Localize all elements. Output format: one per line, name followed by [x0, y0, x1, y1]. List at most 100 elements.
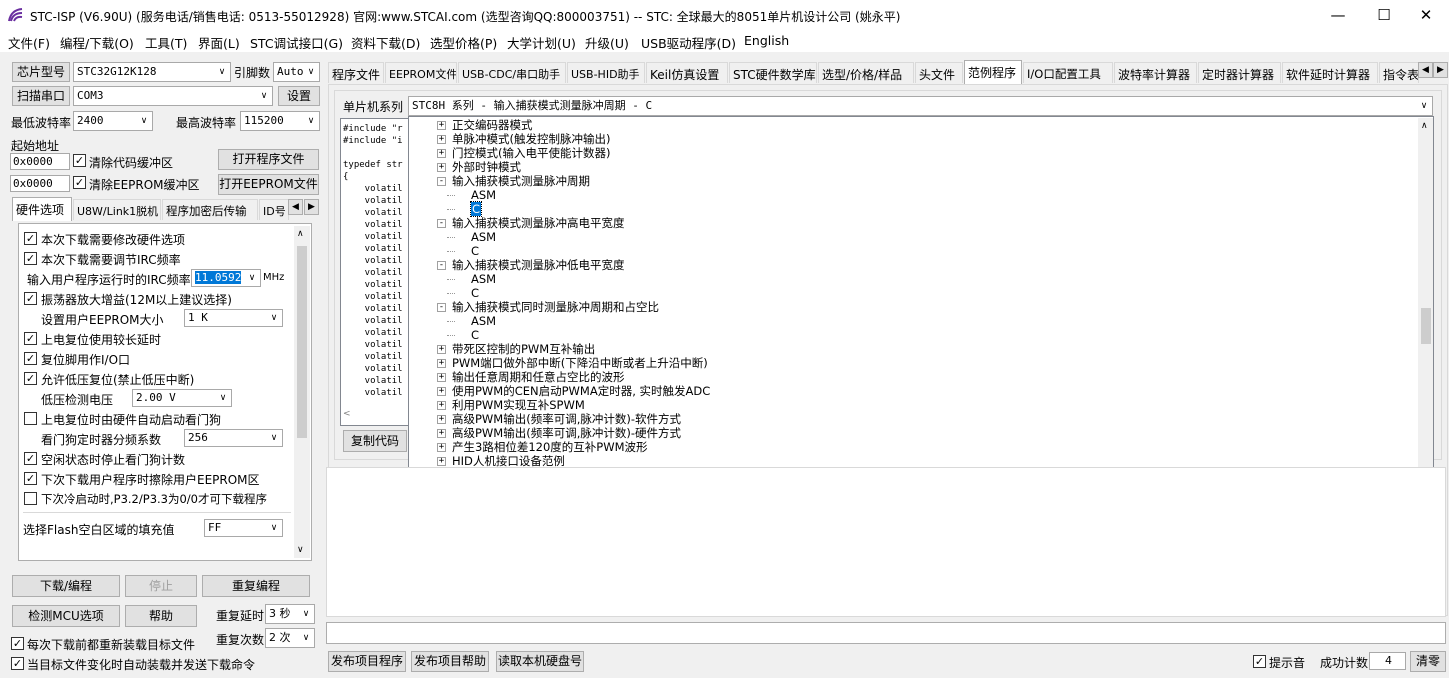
menu-price[interactable]: 选型价格(P) — [430, 33, 497, 52]
tree-node[interactable]: 输入捕获模式测量脉冲周期 — [452, 174, 590, 188]
tab-scroll-right-icon[interactable]: ▶ — [304, 199, 319, 215]
tab-scroll-left-icon[interactable]: ◀ — [288, 199, 303, 215]
tree-node[interactable]: ASM — [471, 272, 496, 286]
menu-university[interactable]: 大学计划(U) — [507, 33, 576, 52]
irc-freq-select[interactable]: 11.0592 ∨ — [191, 269, 261, 287]
opt-cold-boot-checkbox[interactable] — [24, 492, 37, 505]
menu-tools[interactable]: 工具(T) — [145, 33, 187, 52]
opt-hw-watchdog-checkbox[interactable] — [24, 412, 37, 425]
tree-node[interactable]: ASM — [471, 230, 496, 244]
tree-node[interactable]: HID人机接口设备范例 — [452, 454, 565, 468]
tree-node[interactable]: 利用PWM实现互补SPWM — [452, 398, 585, 412]
tree-node[interactable]: C — [469, 201, 483, 217]
lvd-select[interactable]: 2.00 V ∨ — [132, 389, 232, 407]
log-output[interactable] — [326, 467, 1446, 617]
scan-port-button[interactable]: 扫描串口 — [12, 86, 70, 106]
expand-icon[interactable]: + — [437, 401, 446, 410]
tab-keil-sim[interactable]: Keil仿真设置 — [646, 62, 728, 83]
publish-project-button[interactable]: 发布项目程序 — [328, 651, 406, 672]
expand-icon[interactable]: + — [437, 457, 446, 466]
collapse-icon[interactable]: - — [437, 219, 446, 228]
expand-icon[interactable]: + — [437, 415, 446, 424]
collapse-icon[interactable]: - — [437, 177, 446, 186]
tree-node[interactable]: ASM — [471, 314, 496, 328]
tab-header-files[interactable]: 头文件 — [915, 62, 963, 83]
tab-u8w-offline[interactable]: U8W/Link1脱机 — [73, 199, 161, 220]
read-disk-id-button[interactable]: 读取本机硬盘号 — [496, 651, 584, 672]
tree-scrollbar[interactable]: ∧ ∨ — [1418, 118, 1433, 515]
publish-help-button[interactable]: 发布项目帮助 — [411, 651, 489, 672]
tab-instruction-table[interactable]: 指令表 — [1379, 62, 1419, 83]
tab-id-number[interactable]: ID号 — [259, 199, 289, 220]
expand-icon[interactable]: + — [437, 443, 446, 452]
tab-encrypted-transfer[interactable]: 程序加密后传输 — [162, 199, 258, 220]
menu-docs[interactable]: 资料下载(D) — [351, 33, 420, 52]
open-eeprom-file-button[interactable]: 打开EEPROM文件 — [218, 174, 319, 195]
tab-usb-cdc[interactable]: USB-CDC/串口助手 — [458, 62, 566, 83]
menu-usb-driver[interactable]: USB驱动程序(D) — [641, 33, 736, 52]
tree-node[interactable]: ASM — [471, 188, 496, 202]
scroll-thumb[interactable] — [297, 246, 307, 438]
tab-program-file[interactable]: 程序文件 — [328, 62, 384, 83]
options-scrollbar[interactable]: ∧ ∨ — [294, 226, 310, 558]
tab-io-config[interactable]: I/O口配置工具 — [1023, 62, 1113, 83]
tree-node[interactable]: 产生3路相位差120度的互补PWM波形 — [452, 440, 648, 454]
tree-node[interactable]: 单脉冲模式(触发控制脉冲输出) — [452, 132, 610, 146]
port-select[interactable]: COM3 ∨ — [73, 86, 273, 106]
chip-model-button[interactable]: 芯片型号 — [12, 62, 70, 82]
menu-upgrade[interactable]: 升级(U) — [585, 33, 629, 52]
download-program-button[interactable]: 下载/编程 — [12, 575, 120, 597]
menu-program[interactable]: 编程/下载(O) — [60, 33, 134, 52]
expand-icon[interactable]: + — [437, 121, 446, 130]
max-baud-select[interactable]: 115200 ∨ — [240, 111, 320, 131]
repeat-delay-select[interactable]: 3 秒 ∨ — [265, 604, 315, 624]
code-address-input[interactable]: 0x0000 — [10, 153, 70, 170]
reload-each-time-checkbox[interactable]: ✓ — [11, 637, 24, 650]
tree-node[interactable]: 正交编码器模式 — [452, 118, 533, 132]
tab-examples[interactable]: 范例程序 — [964, 60, 1022, 84]
expand-icon[interactable]: + — [437, 373, 446, 382]
fill-value-select[interactable]: FF ∨ — [204, 519, 283, 537]
tree-node[interactable]: 输入捕获模式同时测量脉冲周期和占空比 — [452, 300, 659, 314]
expand-icon[interactable]: + — [437, 149, 446, 158]
chip-model-select[interactable]: STC32G12K128 ∨ — [73, 62, 231, 82]
help-button[interactable]: 帮助 — [125, 605, 197, 627]
menu-file[interactable]: 文件(F) — [8, 33, 50, 52]
tree-node[interactable]: 输出任意周期和任意占空比的波形 — [452, 370, 625, 384]
tree-node[interactable]: 外部时钟模式 — [452, 160, 521, 174]
eeprom-address-input[interactable]: 0x0000 — [10, 175, 70, 192]
collapse-icon[interactable]: - — [437, 261, 446, 270]
code-preview[interactable]: #include "r #include "i typedef str { vo… — [340, 118, 412, 426]
eeprom-size-select[interactable]: 1 K ∨ — [184, 309, 283, 327]
tab-hardware-options[interactable]: 硬件选项 — [12, 197, 72, 221]
tree-node[interactable]: 输入捕获模式测量脉冲低电平宽度 — [452, 258, 625, 272]
scroll-up-icon[interactable]: ∧ — [297, 229, 304, 239]
repeat-program-button[interactable]: 重复编程 — [202, 575, 310, 597]
tree-node[interactable]: 使用PWM的CEN启动PWMA定时器, 实时触发ADC — [452, 384, 710, 398]
min-baud-select[interactable]: 2400 ∨ — [73, 111, 153, 131]
opt-erase-eeprom-checkbox[interactable]: ✓ — [24, 472, 37, 485]
expand-icon[interactable]: + — [437, 359, 446, 368]
menu-english[interactable]: English — [744, 33, 789, 48]
tab-baud-calc[interactable]: 波特率计算器 — [1114, 62, 1197, 83]
opt-adjust-irc-checkbox[interactable]: ✓ — [24, 252, 37, 265]
series-select[interactable]: STC8H 系列 - 输入捕获模式测量脉冲周期 - C ∨ — [408, 96, 1433, 116]
tab-math-lib[interactable]: STC硬件数学库 — [729, 62, 817, 83]
tree-node[interactable]: 高级PWM输出(频率可调,脉冲计数)-硬件方式 — [452, 426, 681, 440]
clear-code-checkbox[interactable]: ✓ — [73, 154, 86, 167]
stop-button[interactable]: 停止 — [125, 575, 197, 597]
auto-send-checkbox[interactable]: ✓ — [11, 657, 24, 670]
repeat-count-select[interactable]: 2 次 ∨ — [265, 628, 315, 648]
opt-reset-io-checkbox[interactable]: ✓ — [24, 352, 37, 365]
tree-node[interactable]: 带死区控制的PWM互补输出 — [452, 342, 595, 356]
collapse-icon[interactable]: - — [437, 303, 446, 312]
tree-node[interactable]: 输入捕获模式测量脉冲高电平宽度 — [452, 216, 625, 230]
scroll-up-icon[interactable]: ∧ — [1421, 121, 1428, 131]
scroll-down-icon[interactable]: ∨ — [297, 545, 304, 555]
tab-delay-calc[interactable]: 软件延时计算器 — [1282, 62, 1378, 83]
tree-node[interactable]: 门控模式(输入电平使能计数器) — [452, 146, 610, 160]
maximize-button[interactable]: ☐ — [1361, 0, 1407, 30]
tree-node[interactable]: PWM端口做外部中断(下降沿中断或者上升沿中断) — [452, 356, 708, 370]
opt-long-delay-checkbox[interactable]: ✓ — [24, 332, 37, 345]
tree-node[interactable]: C — [471, 328, 479, 342]
